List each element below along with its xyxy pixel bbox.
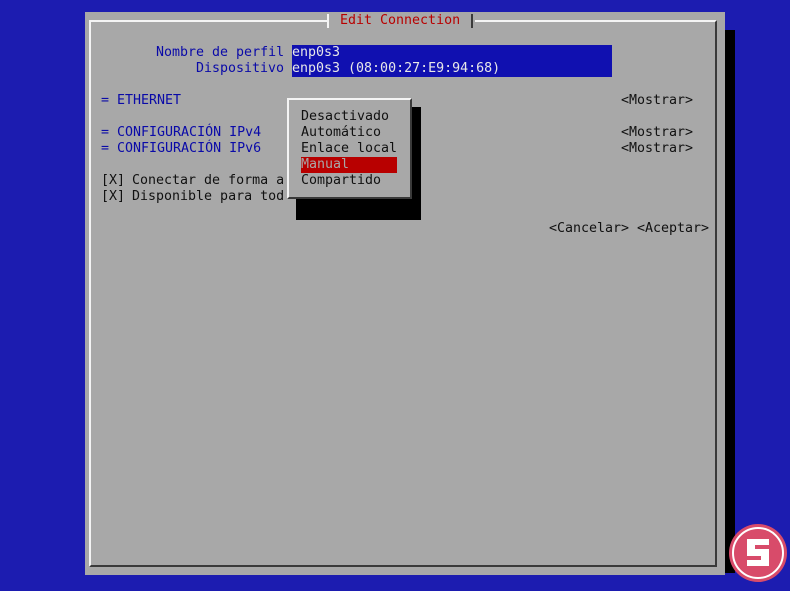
title-tick-left (327, 14, 329, 28)
dropdown-option-manual-selected[interactable]: Manual (301, 157, 397, 173)
autoconnect-checkbox-state[interactable]: [X] (101, 173, 125, 189)
device-field[interactable]: enp0s3 (08:00:27:E9:94:68) (292, 61, 612, 77)
all-users-checkbox-state[interactable]: [X] (101, 189, 125, 205)
dropdown-option-desactivado[interactable]: Desactivado (301, 109, 389, 125)
device-value: enp0s3 (08:00:27:E9:94:68) (292, 61, 501, 76)
dialog-title: Edit Connection (340, 13, 461, 28)
section-ipv6[interactable]: = CONFIGURACIÓN IPv6 (101, 141, 261, 157)
ethernet-show-button[interactable]: <Mostrar> (621, 93, 693, 109)
cancel-button[interactable]: <Cancelar> (549, 221, 629, 237)
all-users-checkbox-label: Disponible para tod (132, 189, 285, 204)
watermark-logo-icon (729, 524, 787, 582)
title-tick-right (471, 14, 473, 28)
section-ethernet[interactable]: = ETHERNET (101, 93, 181, 109)
dropdown-option-enlace-local[interactable]: Enlace local (301, 141, 397, 157)
ipv4-method-dropdown: Desactivado Automático Enlace local Manu… (287, 98, 412, 199)
profile-name-field[interactable]: enp0s3 (292, 45, 612, 61)
profile-name-label: Nombre de perfil (156, 45, 285, 60)
accept-button[interactable]: <Aceptar> (637, 221, 709, 237)
ipv6-show-button[interactable]: <Mostrar> (621, 141, 693, 157)
dropdown-option-automatico[interactable]: Automático (301, 125, 381, 141)
profile-name-value: enp0s3 (292, 45, 341, 60)
ipv4-show-button[interactable]: <Mostrar> (621, 125, 693, 141)
device-label: Dispositivo (196, 61, 285, 76)
section-ipv4[interactable]: = CONFIGURACIÓN IPv4 (101, 125, 261, 141)
autoconnect-checkbox-label: Conectar de forma a (132, 173, 285, 188)
dropdown-option-compartido[interactable]: Compartido (301, 173, 381, 189)
